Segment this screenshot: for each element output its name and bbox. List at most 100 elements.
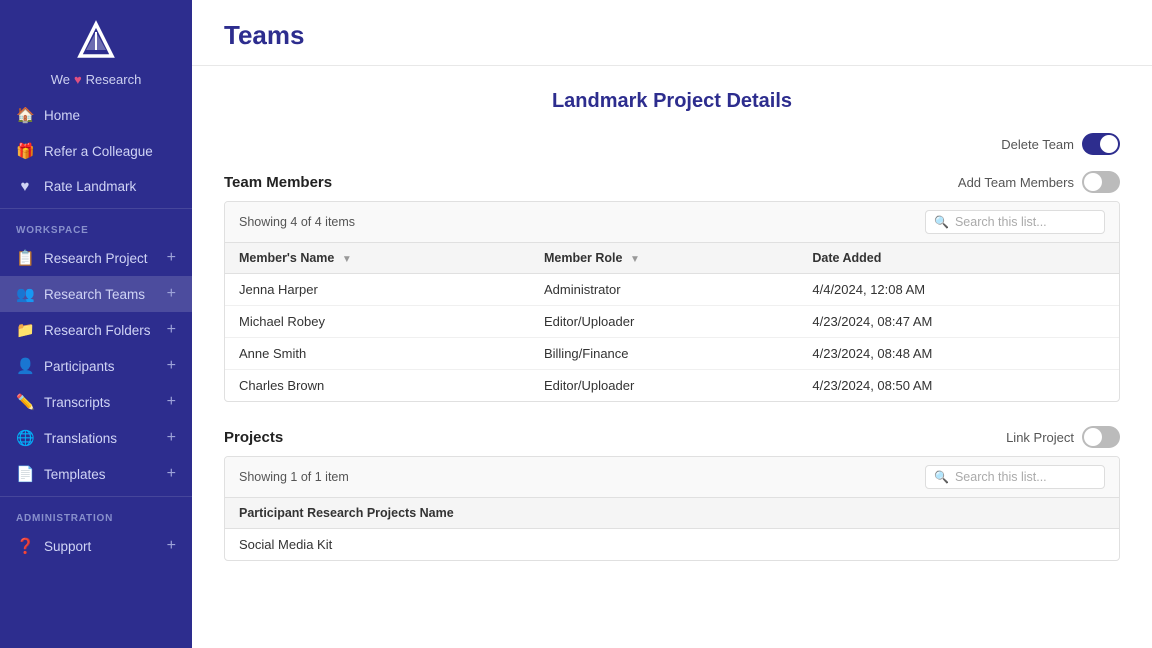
main-content: Teams Landmark Project Details Delete Te… [192,0,1152,648]
sidebar-item-label: Research Folders [44,323,151,338]
member-date-cell: 4/23/2024, 08:48 AM [798,338,1119,370]
tagline-research: Research [86,72,142,87]
workspace-section-label: WORKSPACE [0,213,192,240]
sidebar-item-label: Transcripts [44,395,110,410]
participants-add-button[interactable]: + [167,357,176,375]
table-row[interactable]: Anne Smith Billing/Finance 4/23/2024, 08… [225,338,1119,370]
projects-table-body: Social Media Kit [225,529,1119,561]
member-name-cell: Michael Robey [225,306,530,338]
projects-count: Showing 1 of 1 item [239,470,349,484]
support-icon: ❓ [16,537,34,555]
research-folders-icon: 📁 [16,321,34,339]
page-title: Teams [224,20,1120,51]
projects-label: Projects [224,429,283,446]
col-project-name: Participant Research Projects Name [225,498,1119,529]
sidebar-item-templates[interactable]: 📄 Templates + [0,456,192,492]
add-team-members-toggle[interactable] [1082,171,1120,193]
sidebar-item-label: Rate Landmark [44,179,136,194]
add-team-members-row: Add Team Members [958,171,1120,193]
sidebar-item-transcripts[interactable]: ✏️ Transcripts + [0,384,192,420]
link-project-toggle[interactable] [1082,426,1120,448]
member-date-cell: 4/4/2024, 12:08 AM [798,274,1119,306]
projects-table-toolbar: Showing 1 of 1 item 🔍 Search this list..… [225,457,1119,498]
table-row[interactable]: Charles Brown Editor/Uploader 4/23/2024,… [225,370,1119,402]
templates-add-button[interactable]: + [167,465,176,483]
search-icon: 🔍 [934,215,949,229]
member-role-cell: Editor/Uploader [530,306,798,338]
translations-add-button[interactable]: + [167,429,176,447]
sidebar-item-label: Support [44,539,91,554]
members-table: Member's Name ▼ Member Role ▼ Date Added [225,243,1119,401]
member-date-cell: 4/23/2024, 08:50 AM [798,370,1119,402]
col-date-added[interactable]: Date Added [798,243,1119,274]
sidebar-item-rate[interactable]: ♥ Rate Landmark [0,169,192,204]
table-row[interactable]: Jenna Harper Administrator 4/4/2024, 12:… [225,274,1119,306]
delete-team-toggle[interactable] [1082,133,1120,155]
research-project-add-button[interactable]: + [167,249,176,267]
sidebar: We ♥ Research 🏠 Home 🎁 Refer a Colleague… [0,0,192,648]
transcripts-add-button[interactable]: + [167,393,176,411]
add-team-members-label: Add Team Members [958,175,1074,190]
sidebar-item-label: Translations [44,431,117,446]
members-table-toolbar: Showing 4 of 4 items 🔍 Search this list.… [225,202,1119,243]
members-search-placeholder: Search this list... [955,215,1047,229]
member-name-cell: Anne Smith [225,338,530,370]
delete-team-label: Delete Team [1001,137,1074,152]
sidebar-item-participants[interactable]: 👤 Participants + [0,348,192,384]
project-name-cell: Social Media Kit [225,529,1119,561]
member-name-cell: Charles Brown [225,370,530,402]
sidebar-divider-workspace [0,208,192,209]
sidebar-item-refer[interactable]: 🎁 Refer a Colleague [0,133,192,169]
col-member-role[interactable]: Member Role ▼ [530,243,798,274]
home-icon: 🏠 [16,106,34,124]
delete-team-row: Delete Team [224,133,1120,155]
app-logo-icon [72,18,120,66]
table-row[interactable]: Michael Robey Editor/Uploader 4/23/2024,… [225,306,1119,338]
sidebar-item-label: Templates [44,467,106,482]
projects-table: Participant Research Projects Name Socia… [225,498,1119,560]
link-project-label: Link Project [1006,430,1074,445]
member-name-cell: Jenna Harper [225,274,530,306]
sidebar-item-label: Refer a Colleague [44,144,153,159]
sidebar-item-home[interactable]: 🏠 Home [0,97,192,133]
member-date-cell: 4/23/2024, 08:47 AM [798,306,1119,338]
sidebar-item-research-teams[interactable]: 👥 Research Teams + [0,276,192,312]
tagline-heart: ♥ [74,72,82,87]
admin-section-label: ADMINISTRATION [0,501,192,528]
projects-table-head: Participant Research Projects Name [225,498,1119,529]
page-header: Teams [192,0,1152,66]
projects-row: Projects Link Project [224,426,1120,448]
sidebar-item-label: Research Project [44,251,148,266]
sidebar-item-label: Participants [44,359,115,374]
page-body: Landmark Project Details Delete Team Tea… [192,66,1152,648]
sidebar-item-label: Research Teams [44,287,145,302]
members-count: Showing 4 of 4 items [239,215,355,229]
research-folders-add-button[interactable]: + [167,321,176,339]
research-project-icon: 📋 [16,249,34,267]
support-add-button[interactable]: + [167,537,176,555]
col-member-name[interactable]: Member's Name ▼ [225,243,530,274]
sidebar-item-translations[interactable]: 🌐 Translations + [0,420,192,456]
heart-icon: ♥ [16,178,34,195]
members-table-container: Showing 4 of 4 items 🔍 Search this list.… [224,201,1120,402]
sidebar-item-research-folders[interactable]: 📁 Research Folders + [0,312,192,348]
sidebar-item-research-project[interactable]: 📋 Research Project + [0,240,192,276]
logo-tagline: We ♥ Research [51,72,142,87]
sidebar-logo: We ♥ Research [0,0,192,97]
sort-arrow-name: ▼ [342,254,352,265]
sort-arrow-role: ▼ [630,254,640,265]
member-role-cell: Editor/Uploader [530,370,798,402]
projects-search-box[interactable]: 🔍 Search this list... [925,465,1105,489]
team-members-row: Team Members Add Team Members [224,171,1120,193]
templates-icon: 📄 [16,465,34,483]
sidebar-item-support[interactable]: ❓ Support + [0,528,192,564]
table-row[interactable]: Social Media Kit [225,529,1119,561]
refer-icon: 🎁 [16,142,34,160]
participants-icon: 👤 [16,357,34,375]
research-teams-add-button[interactable]: + [167,285,176,303]
members-table-body: Jenna Harper Administrator 4/4/2024, 12:… [225,274,1119,402]
team-members-label: Team Members [224,174,332,191]
projects-search-placeholder: Search this list... [955,470,1047,484]
members-search-box[interactable]: 🔍 Search this list... [925,210,1105,234]
tagline-we: We [51,72,70,87]
